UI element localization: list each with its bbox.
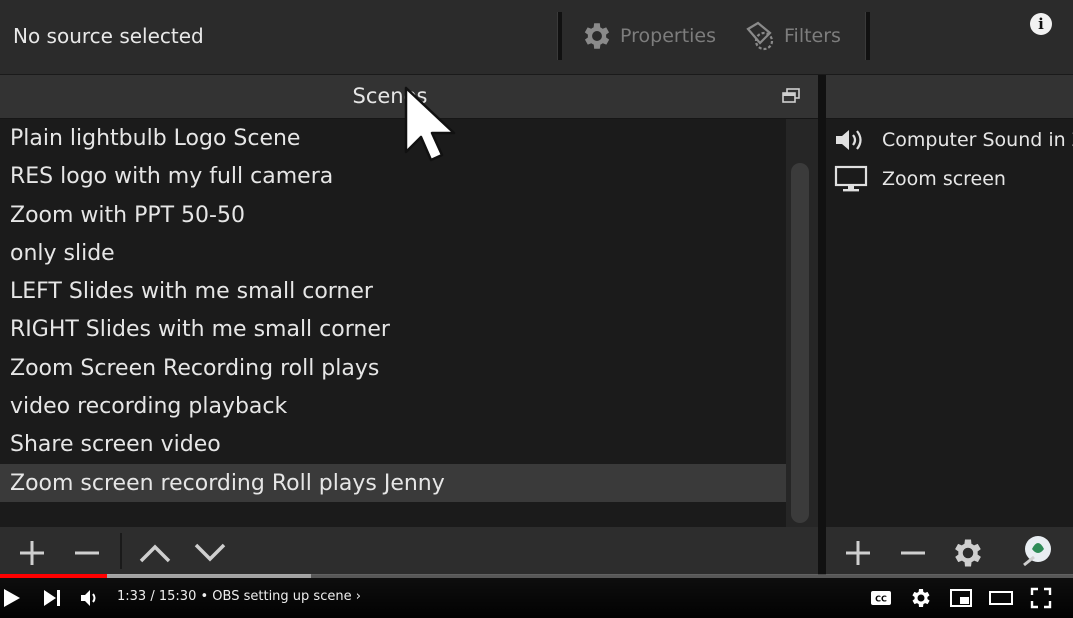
undock-icon[interactable]	[782, 88, 800, 104]
filters-label: Filters	[784, 25, 841, 47]
gear-icon[interactable]	[948, 535, 988, 571]
dock-splitter[interactable]	[818, 75, 826, 575]
settings-icon[interactable]	[909, 586, 933, 610]
scene-item[interactable]: Zoom Screen Recording roll plays	[0, 349, 786, 387]
add-source-icon[interactable]	[838, 535, 878, 571]
video-frame: No source selected Properties Filters i …	[0, 0, 1073, 618]
duration: 15:30	[158, 589, 197, 604]
move-down-icon[interactable]	[190, 535, 230, 571]
theater-mode-icon[interactable]	[989, 586, 1013, 610]
toolbar-separator	[557, 12, 562, 60]
source-item[interactable]: Zoom screen	[826, 160, 1073, 198]
source-item[interactable]: Computer Sound in Zoom	[826, 121, 1073, 159]
scrollbar-thumb[interactable]	[791, 163, 809, 523]
next-icon[interactable]	[40, 586, 64, 610]
no-source-label: No source selected	[13, 24, 204, 48]
properties-button[interactable]: Properties	[580, 16, 716, 56]
filters-button[interactable]: Filters	[744, 16, 841, 56]
scenes-toolbar	[0, 527, 818, 575]
gear-icon	[584, 23, 610, 49]
svg-text:CC: CC	[875, 595, 887, 604]
scenes-list: Plain lightbulb Logo Scene RES logo with…	[0, 119, 786, 527]
speaker-icon	[836, 130, 862, 150]
filters-icon	[746, 21, 774, 51]
remove-scene-icon[interactable]	[67, 535, 107, 571]
time-display: 1:33 / 15:30 • OBS setting up scene ›	[117, 589, 361, 604]
miniplayer-icon[interactable]	[949, 586, 973, 610]
remove-source-icon[interactable]	[893, 535, 933, 571]
sources-dock: Computer Sound in Zoom Zoom screen	[826, 75, 1073, 575]
title-dot: •	[200, 589, 209, 604]
scene-item[interactable]: RES logo with my full camera	[0, 157, 786, 195]
chevron-right-icon[interactable]: ›	[356, 589, 361, 604]
scenes-title: Scenes	[352, 84, 428, 108]
video-title[interactable]: OBS setting up scene	[212, 589, 351, 604]
current-time: 1:33	[117, 589, 147, 604]
add-scene-icon[interactable]	[12, 535, 52, 571]
scene-item[interactable]: RIGHT Slides with me small corner	[0, 310, 786, 348]
scene-item[interactable]: LEFT Slides with me small corner	[0, 272, 786, 310]
scene-item[interactable]: Zoom screen recording Roll plays Jenny	[0, 463, 786, 502]
time-separator: /	[150, 589, 155, 604]
scene-item[interactable]: only slide	[0, 234, 786, 272]
closed-captions-icon[interactable]: CC	[869, 586, 893, 610]
scene-item[interactable]: video recording playback	[0, 387, 786, 425]
source-label: Computer Sound in Zoom	[882, 129, 1073, 151]
toolbar-separator	[865, 12, 870, 60]
volume-icon[interactable]	[78, 586, 102, 610]
sources-toolbar	[826, 527, 1073, 575]
player-controls: 1:33 / 15:30 • OBS setting up scene › CC	[0, 578, 1073, 618]
scene-item[interactable]: Plain lightbulb Logo Scene	[0, 119, 786, 157]
info-icon[interactable]: i	[1030, 13, 1052, 35]
monitor-icon	[834, 165, 868, 192]
sources-header	[826, 75, 1073, 119]
toolbar-separator	[120, 533, 122, 569]
mouse-pointer-icon	[404, 86, 456, 162]
properties-label: Properties	[620, 25, 717, 47]
channel-watermark-icon[interactable]	[1016, 529, 1060, 573]
scenes-scrollbar[interactable]	[786, 119, 818, 527]
scene-item[interactable]: Zoom with PPT 50-50	[0, 196, 786, 234]
scene-item[interactable]: Share screen video	[0, 425, 786, 463]
obs-context-toolbar: No source selected Properties Filters i	[0, 0, 1073, 75]
move-up-icon[interactable]	[135, 535, 175, 571]
play-icon[interactable]	[0, 586, 24, 610]
source-label: Zoom screen	[882, 168, 1006, 190]
fullscreen-icon[interactable]	[1029, 586, 1053, 610]
